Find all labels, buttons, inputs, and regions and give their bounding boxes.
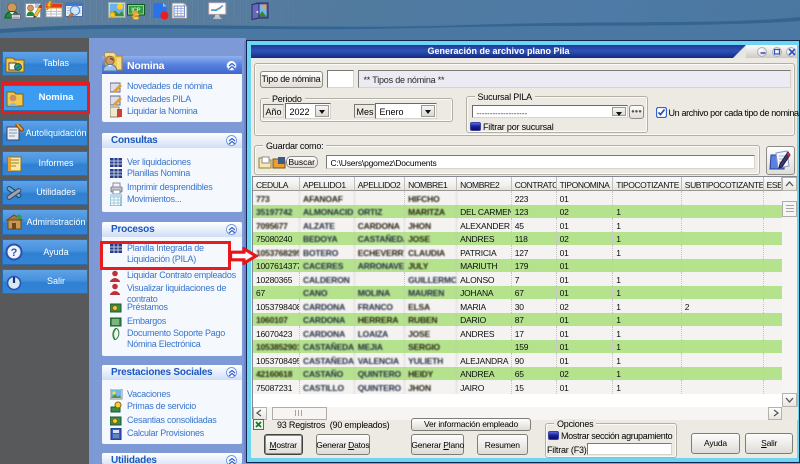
svg-text:?: ? bbox=[11, 247, 18, 259]
